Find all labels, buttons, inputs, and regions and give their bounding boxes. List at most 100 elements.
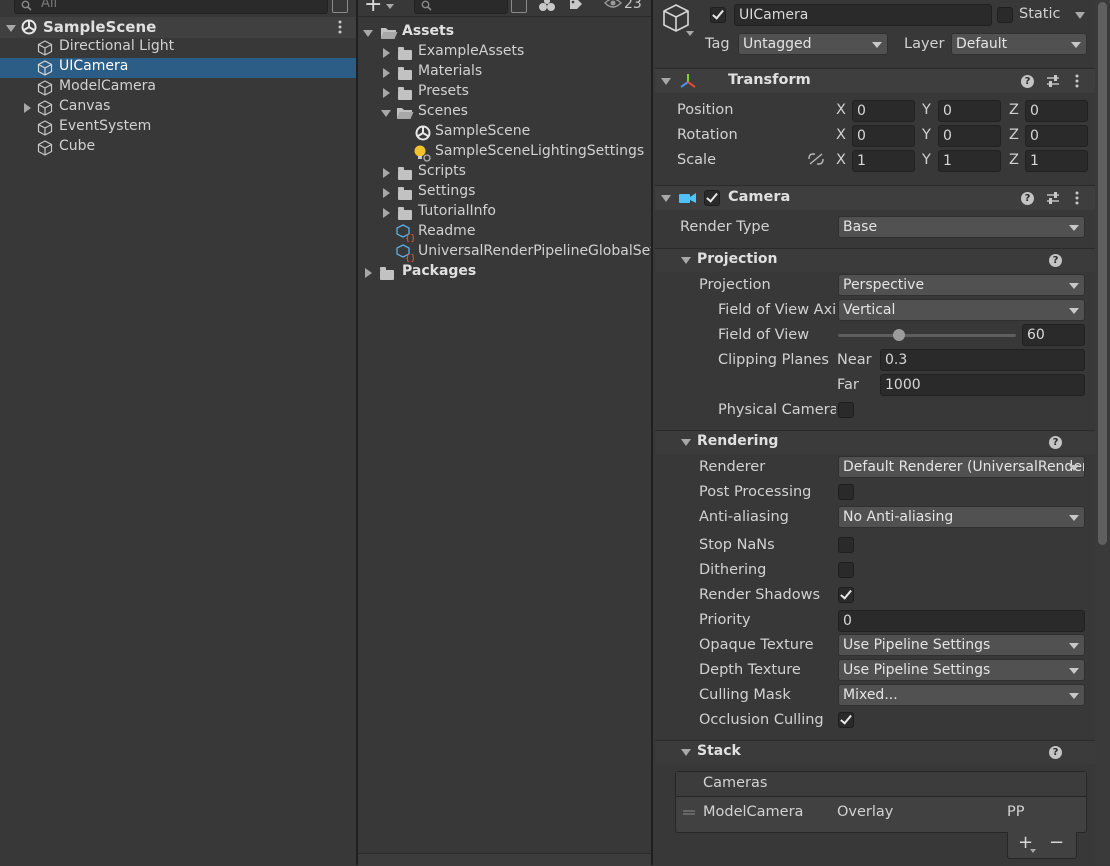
project-search-input[interactable] — [414, 0, 508, 14]
icon-dropdown-arrow[interactable] — [686, 31, 694, 36]
transform-header[interactable]: Transform ? — [655, 68, 1095, 93]
camera-enabled-checkbox[interactable] — [704, 190, 720, 206]
add-dropdown-arrow[interactable] — [1030, 849, 1036, 853]
help-icon[interactable]: ? — [1049, 746, 1062, 759]
fov-slider[interactable] — [838, 326, 1016, 346]
active-checkbox[interactable] — [710, 7, 726, 23]
physical-camera-checkbox[interactable] — [838, 402, 854, 418]
hierarchy-search-input[interactable]: All — [14, 0, 328, 14]
tree-item-presets[interactable]: Presets — [358, 83, 651, 103]
help-icon[interactable]: ? — [1021, 75, 1034, 88]
position-y-field[interactable]: 0 — [938, 100, 1001, 122]
collapse-arrow-icon[interactable] — [661, 195, 671, 202]
expand-arrow-icon[interactable] — [24, 103, 31, 113]
drag-handle-icon[interactable] — [683, 810, 695, 815]
expand-arrow-icon[interactable] — [383, 208, 390, 218]
collapse-arrow-icon[interactable] — [661, 78, 671, 85]
hierarchy-item-uicamera[interactable]: UICamera — [0, 58, 356, 78]
opaque-texture-dropdown[interactable]: Use Pipeline Settings — [838, 634, 1085, 656]
near-field[interactable]: 0.3 — [880, 349, 1085, 371]
add-asset-button[interactable]: + — [364, 0, 382, 17]
hierarchy-create-icon[interactable] — [332, 0, 348, 13]
scene-header[interactable]: SampleScene — [0, 17, 356, 38]
scale-z-field[interactable]: 1 — [1025, 150, 1088, 172]
tree-item-scripts[interactable]: Scripts — [358, 163, 651, 183]
presets-icon[interactable] — [1046, 74, 1060, 88]
search-window-icon[interactable] — [511, 0, 527, 13]
rotation-y-field[interactable]: 0 — [938, 125, 1001, 147]
hierarchy-item-canvas[interactable]: Canvas — [0, 98, 356, 118]
help-icon[interactable]: ? — [1049, 436, 1062, 449]
presets-icon[interactable] — [1046, 191, 1060, 205]
culling-mask-dropdown[interactable]: Mixed... — [838, 684, 1085, 706]
rendering-section-header[interactable]: Rendering ? — [655, 430, 1095, 454]
render-type-dropdown[interactable]: Base — [838, 216, 1085, 238]
post-processing-checkbox[interactable] — [838, 484, 854, 500]
hierarchy-item-eventsystem[interactable]: EventSystem — [0, 118, 356, 138]
tree-item-exampleassets[interactable]: ExampleAssets — [358, 43, 651, 63]
inspector-scrollbar-thumb[interactable] — [1098, 2, 1107, 545]
expand-arrow-icon[interactable] — [383, 88, 390, 98]
layer-dropdown[interactable]: Default — [951, 33, 1087, 55]
depth-texture-dropdown[interactable]: Use Pipeline Settings — [838, 659, 1085, 681]
hierarchy-item-cube[interactable]: Cube — [0, 138, 356, 158]
scale-x-field[interactable]: 1 — [852, 150, 915, 172]
priority-field[interactable]: 0 — [838, 610, 1085, 632]
tag-dropdown[interactable]: Untagged — [738, 33, 888, 55]
collapse-arrow-icon[interactable] — [381, 110, 391, 117]
filter-by-label-icon[interactable] — [569, 0, 583, 11]
inspector-scrollbar[interactable] — [1095, 0, 1110, 865]
collapse-arrow-icon[interactable] — [681, 439, 691, 446]
fov-value-field[interactable]: 60 — [1022, 324, 1085, 346]
camera-header[interactable]: Camera ? — [655, 185, 1095, 210]
help-icon[interactable]: ? — [1049, 254, 1062, 267]
add-asset-dropdown-icon[interactable] — [386, 4, 394, 9]
tree-item-lighting-settings[interactable]: SampleSceneLightingSettings — [358, 143, 651, 163]
remove-camera-button[interactable]: − — [1049, 832, 1064, 853]
component-menu-icon[interactable] — [1075, 74, 1079, 88]
tree-item-samplescene[interactable]: SampleScene — [358, 123, 651, 143]
far-field[interactable]: 1000 — [880, 374, 1085, 396]
rotation-x-field[interactable]: 0 — [852, 125, 915, 147]
projection-dropdown[interactable]: Perspective — [838, 274, 1085, 296]
dithering-checkbox[interactable] — [838, 562, 854, 578]
position-x-field[interactable]: 0 — [852, 100, 915, 122]
position-z-field[interactable]: 0 — [1025, 100, 1088, 122]
occlusion-culling-checkbox[interactable] — [838, 712, 854, 728]
collapse-arrow-icon[interactable] — [681, 257, 691, 264]
tree-item-readme[interactable]: {} Readme — [358, 223, 651, 243]
expand-arrow-icon[interactable] — [383, 48, 390, 58]
tree-item-urp-global-settings[interactable]: {} UniversalRenderPipelineGlobalSettings — [358, 243, 651, 263]
collapse-arrow-icon[interactable] — [681, 749, 691, 756]
scene-menu-icon[interactable] — [338, 20, 342, 34]
filter-by-type-icon[interactable] — [538, 0, 556, 12]
stop-nans-checkbox[interactable] — [838, 537, 854, 553]
render-shadows-checkbox[interactable] — [838, 587, 854, 603]
renderer-dropdown[interactable]: Default Renderer (UniversalRenderer) — [838, 456, 1085, 478]
expand-arrow-icon[interactable] — [383, 168, 390, 178]
fov-slider-thumb[interactable] — [892, 329, 905, 341]
fov-axis-dropdown[interactable]: Vertical — [838, 299, 1085, 321]
expand-arrow-icon[interactable] — [365, 268, 372, 278]
tree-item-settings[interactable]: Settings — [358, 183, 651, 203]
hierarchy-item-modelcamera[interactable]: ModelCamera — [0, 78, 356, 98]
camera-stack-row[interactable]: ModelCamera Overlay PP — [676, 801, 1086, 825]
anti-aliasing-dropdown[interactable]: No Anti-aliasing — [838, 506, 1085, 528]
tree-item-assets[interactable]: Assets — [358, 23, 651, 43]
collapse-arrow-icon[interactable] — [363, 30, 373, 37]
component-menu-icon[interactable] — [1075, 191, 1079, 205]
hierarchy-item-directional-light[interactable]: Directional Light — [0, 38, 356, 58]
expand-arrow-icon[interactable] — [383, 68, 390, 78]
constrain-proportions-icon[interactable] — [807, 153, 825, 165]
rotation-z-field[interactable]: 0 — [1025, 125, 1088, 147]
projection-section-header[interactable]: Projection ? — [655, 248, 1095, 272]
static-checkbox[interactable] — [997, 7, 1013, 23]
stack-section-header[interactable]: Stack ? — [655, 740, 1095, 764]
tree-item-materials[interactable]: Materials — [358, 63, 651, 83]
gameobject-cube-icon[interactable] — [661, 3, 691, 33]
scale-y-field[interactable]: 1 — [938, 150, 1001, 172]
scene-foldout-arrow[interactable] — [6, 25, 16, 32]
help-icon[interactable]: ? — [1021, 192, 1034, 205]
expand-arrow-icon[interactable] — [383, 188, 390, 198]
visibility-eye-icon[interactable] — [604, 0, 622, 9]
